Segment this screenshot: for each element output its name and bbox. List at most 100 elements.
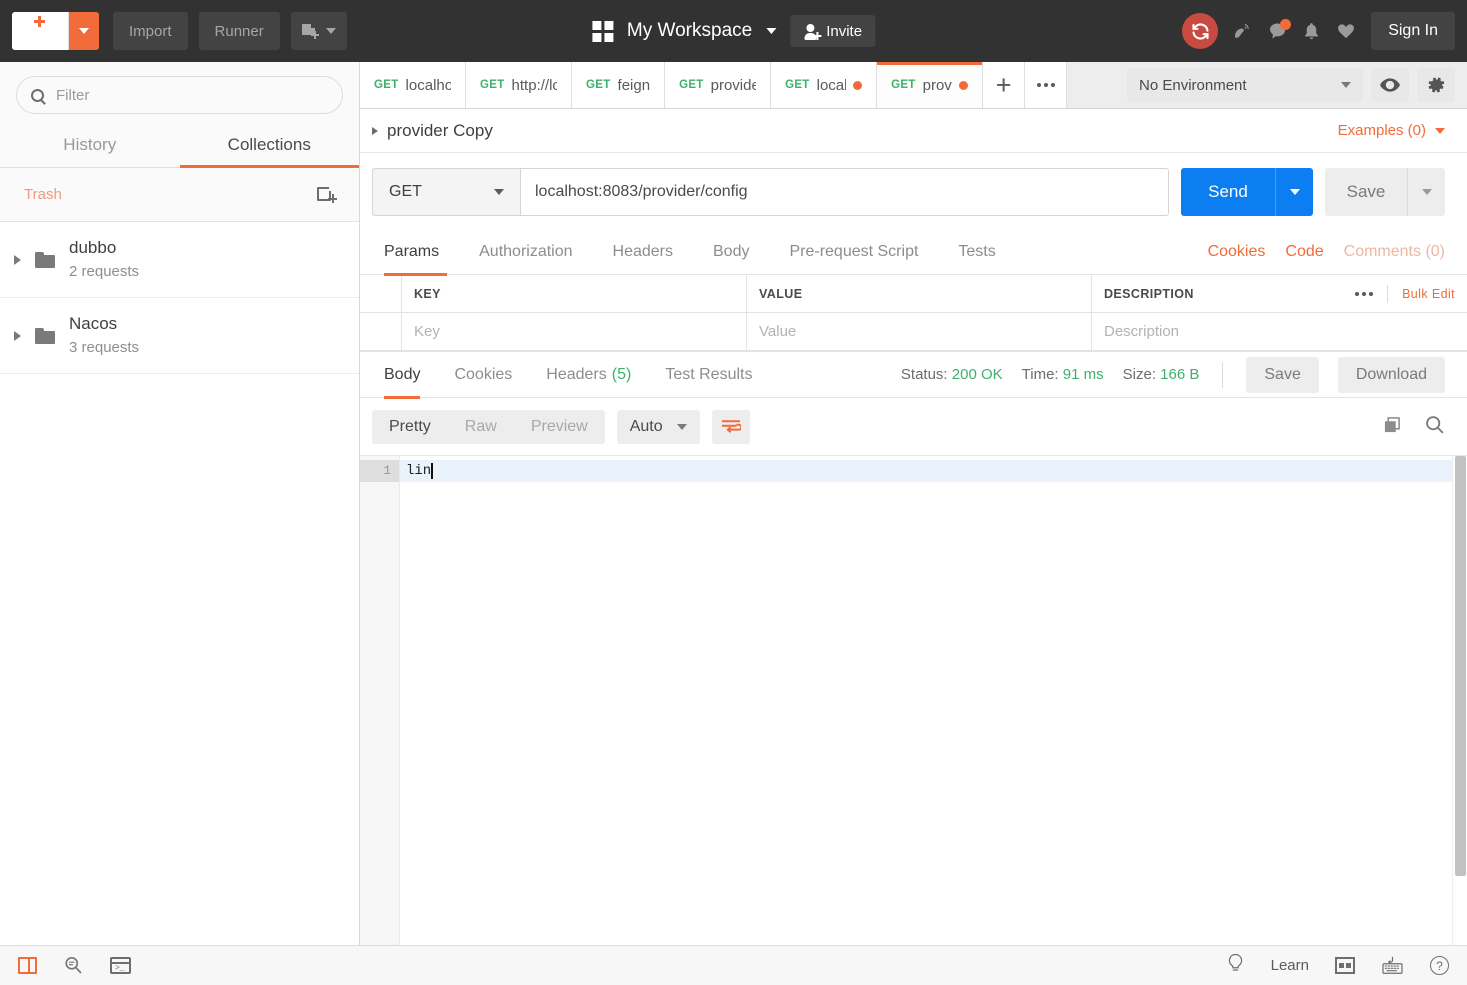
table-row[interactable]: Key Value Description (360, 313, 1467, 351)
new-button-dropdown[interactable] (69, 12, 99, 50)
save-button[interactable]: Save (1325, 168, 1407, 216)
http-method-select[interactable]: GET (372, 168, 520, 216)
chevron-right-icon[interactable] (372, 126, 378, 135)
list-item[interactable]: Nacos 3 requests (0, 298, 359, 375)
workspace-selector[interactable]: My Workspace Invite (591, 15, 876, 47)
value-input[interactable]: Value (747, 313, 1092, 351)
runner-button[interactable]: Runner (198, 12, 280, 50)
bell-icon[interactable] (1302, 21, 1321, 41)
keyboard-shortcuts-icon[interactable] (1381, 956, 1404, 975)
tab-name: provi (922, 76, 953, 94)
new-button[interactable]: New (12, 12, 100, 50)
environment-quick-look-button[interactable] (1371, 68, 1409, 102)
column-header-value-label: VALUE (759, 286, 803, 301)
time-label: Time: (1021, 366, 1059, 383)
request-tab[interactable]: GET localhost (360, 62, 466, 108)
tab-tests[interactable]: Tests (938, 230, 1015, 275)
invite-button[interactable]: Invite (790, 15, 876, 47)
more-horizontal-icon (1036, 83, 1055, 87)
save-options-button[interactable] (1407, 168, 1445, 216)
find-replace-icon[interactable] (63, 955, 84, 976)
tab-pre-request-script[interactable]: Pre-request Script (769, 230, 938, 275)
list-item[interactable]: dubbo 2 requests (0, 222, 359, 299)
filter-placeholder: Filter (56, 86, 90, 104)
new-tab-button[interactable]: + (983, 62, 1026, 108)
trash-row[interactable]: Trash (0, 168, 359, 222)
response-view-actions (1382, 414, 1445, 440)
environment-select[interactable]: No Environment (1127, 68, 1363, 102)
more-horizontal-icon[interactable] (1355, 291, 1374, 296)
copy-icon[interactable] (1382, 415, 1402, 440)
value-input-placeholder: Value (759, 323, 797, 340)
response-download-button[interactable]: Download (1337, 356, 1445, 393)
top-header: New Import Runner My Workspace Invite Si… (0, 0, 1467, 62)
scrollbar-thumb[interactable] (1455, 456, 1466, 876)
format-select[interactable]: Auto (616, 410, 700, 444)
response-tab-body[interactable]: Body (372, 352, 437, 399)
code-link[interactable]: Code (1285, 243, 1323, 261)
console-icon[interactable]: >_ (110, 957, 131, 974)
sidebar-toggle-icon[interactable] (18, 957, 37, 974)
examples-dropdown[interactable]: Examples (0) (1338, 122, 1445, 139)
row-checkbox-cell[interactable] (360, 313, 402, 351)
learn-label[interactable]: Learn (1271, 957, 1309, 974)
new-collection-icon[interactable] (317, 186, 337, 203)
view-mode-preview-label: Preview (530, 418, 588, 435)
response-body-content[interactable]: lin (400, 456, 1467, 945)
response-scrollbar[interactable] (1452, 456, 1467, 945)
new-window-icon (301, 22, 319, 39)
key-input[interactable]: Key (402, 313, 747, 351)
cookies-link[interactable]: Cookies (1208, 243, 1266, 261)
view-mode-preview[interactable]: Preview (514, 410, 605, 444)
response-tab-headers[interactable]: Headers (5) (529, 352, 648, 398)
two-pane-icon[interactable] (1335, 957, 1355, 974)
sync-icon[interactable] (1182, 13, 1219, 49)
description-input[interactable]: Description (1092, 313, 1467, 351)
lightbulb-icon (1226, 953, 1245, 979)
import-button[interactable]: Import (113, 12, 188, 50)
chevron-right-icon[interactable] (14, 330, 21, 341)
tab-params[interactable]: Params (372, 230, 459, 276)
column-header-description: DESCRIPTION Bulk Edit (1092, 275, 1467, 313)
comments-link[interactable]: Comments (0) (1344, 243, 1445, 261)
view-mode-pretty[interactable]: Pretty (372, 410, 448, 444)
word-wrap-button[interactable] (711, 410, 750, 444)
environment-settings-button[interactable] (1417, 68, 1455, 102)
url-input[interactable]: localhost:8083/provider/config (520, 168, 1169, 216)
search-icon[interactable] (1424, 414, 1445, 440)
tab-overflow-button[interactable] (1025, 62, 1068, 108)
help-icon[interactable]: ? (1430, 956, 1449, 975)
response-tab-cookies[interactable]: Cookies (437, 352, 529, 398)
new-button-main[interactable]: New (12, 12, 70, 50)
search-input[interactable]: Filter (16, 76, 343, 114)
tab-authorization-label: Authorization (479, 243, 573, 260)
request-tab-active[interactable]: GET provi (877, 62, 984, 108)
tab-body[interactable]: Body (693, 230, 769, 275)
sign-in-button[interactable]: Sign In (1371, 12, 1455, 50)
status-meta: Status: 200 OK (901, 366, 1003, 383)
comment-icon[interactable] (1267, 19, 1292, 41)
request-tab[interactable]: GET feign (572, 62, 666, 108)
tab-history[interactable]: History (0, 124, 180, 167)
view-mode-raw[interactable]: Raw (448, 410, 514, 444)
satellite-icon[interactable] (1232, 21, 1253, 41)
chevron-right-icon[interactable] (14, 254, 21, 265)
new-window-button[interactable] (290, 12, 347, 50)
runner-button-label: Runner (214, 22, 264, 40)
tab-authorization[interactable]: Authorization (459, 230, 592, 275)
request-tab[interactable]: GET localh (771, 62, 878, 108)
http-method-value: GET (389, 183, 422, 200)
send-options-button[interactable] (1275, 168, 1313, 216)
response-tab-test-results[interactable]: Test Results (648, 352, 769, 398)
request-tab[interactable]: GET http://loc (466, 62, 572, 108)
response-body-editor[interactable]: 1 lin (360, 455, 1467, 945)
send-button[interactable]: Send (1181, 168, 1275, 216)
heart-icon[interactable] (1335, 21, 1357, 41)
tab-headers[interactable]: Headers (593, 230, 693, 275)
code-line[interactable]: lin (400, 460, 1467, 482)
bulk-edit-link[interactable]: Bulk Edit (1402, 287, 1455, 301)
collection-name: Nacos (69, 314, 118, 334)
request-tab[interactable]: GET provider (665, 62, 772, 108)
tab-collections[interactable]: Collections (179, 124, 360, 168)
response-save-button[interactable]: Save (1246, 356, 1319, 393)
